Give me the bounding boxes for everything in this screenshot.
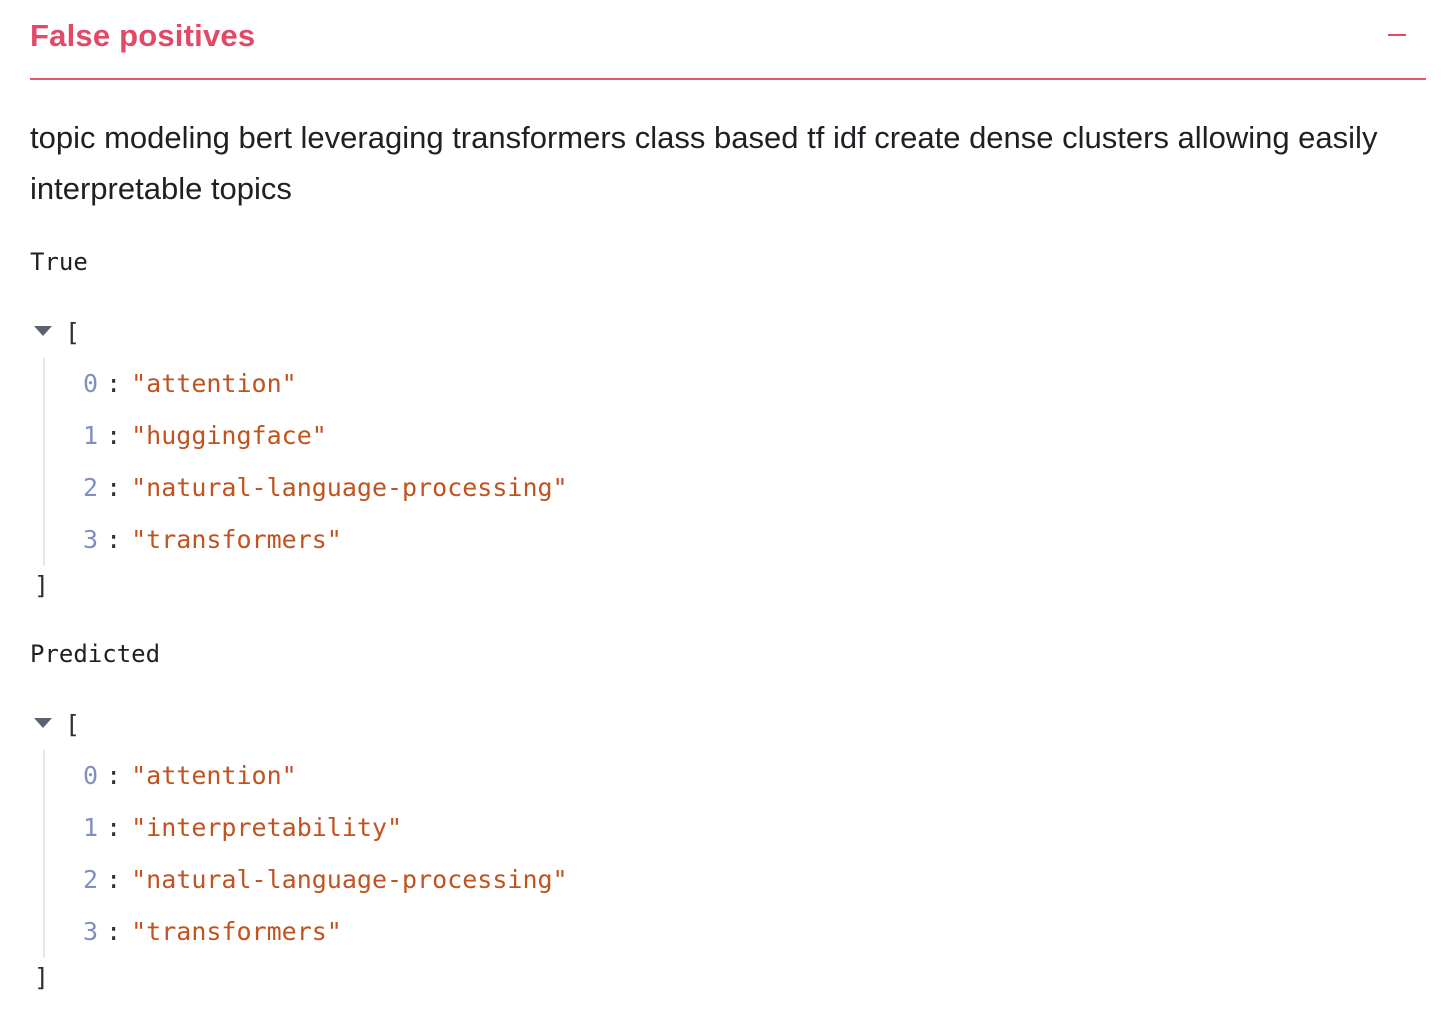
- item-index: 1: [83, 421, 99, 450]
- json-item: 1: "interpretability": [83, 802, 830, 854]
- item-value: "natural-language-processing": [131, 865, 568, 894]
- json-item: 3: "transformers": [83, 514, 830, 566]
- colon: :: [106, 525, 122, 554]
- item-index: 1: [83, 813, 99, 842]
- colon: :: [106, 761, 122, 790]
- colon: :: [106, 421, 122, 450]
- item-value: "transformers": [131, 917, 342, 946]
- json-item: 2: "natural-language-processing": [83, 462, 830, 514]
- true-label: True: [30, 248, 88, 276]
- item-index: 2: [83, 865, 99, 894]
- false-positives-expander: False positives topic modeling bert leve…: [30, 0, 1426, 992]
- item-index: 0: [83, 761, 99, 790]
- item-value: "attention": [131, 761, 297, 790]
- close-bracket: ]: [34, 571, 50, 600]
- item-value: "interpretability": [131, 813, 403, 842]
- caret-down-icon[interactable]: [34, 326, 52, 336]
- json-items: 0: "attention" 1: "huggingface" 2: "natural…: [43, 358, 830, 566]
- expander-header[interactable]: False positives: [30, 0, 1426, 80]
- predicted-label: Predicted: [30, 640, 161, 668]
- item-value: "attention": [131, 369, 297, 398]
- expander-title[interactable]: False positives: [30, 18, 255, 54]
- predicted-json-viewer: [ 0: "attention" 1: "interpretability" 2: "…: [30, 710, 830, 998]
- json-item: 1: "huggingface": [83, 410, 830, 462]
- item-index: 3: [83, 917, 99, 946]
- item-value: "huggingface": [131, 421, 327, 450]
- item-index: 2: [83, 473, 99, 502]
- item-value: "transformers": [131, 525, 342, 554]
- colon: :: [106, 369, 122, 398]
- json-open-row: [: [30, 318, 830, 358]
- colon: :: [106, 865, 122, 894]
- json-open-row: [: [30, 710, 830, 750]
- item-value: "natural-language-processing": [131, 473, 568, 502]
- description-text: topic modeling bert leveraging transform…: [30, 120, 1378, 206]
- json-item: 2: "natural-language-processing": [83, 854, 830, 906]
- json-item: 0: "attention": [83, 750, 830, 802]
- open-bracket: [: [65, 710, 81, 739]
- item-index: 0: [83, 369, 99, 398]
- caret-down-icon[interactable]: [34, 718, 52, 728]
- minus-icon[interactable]: [1388, 34, 1406, 36]
- true-json-viewer: [ 0: "attention" 1: "huggingface" 2: "natur…: [30, 318, 830, 606]
- close-bracket: ]: [34, 963, 50, 992]
- colon: :: [106, 917, 122, 946]
- colon: :: [106, 473, 122, 502]
- json-items: 0: "attention" 1: "interpretability" 2: "na…: [43, 750, 830, 958]
- colon: :: [106, 813, 122, 842]
- json-item: 0: "attention": [83, 358, 830, 410]
- json-item: 3: "transformers": [83, 906, 830, 958]
- item-index: 3: [83, 525, 99, 554]
- open-bracket: [: [65, 318, 81, 347]
